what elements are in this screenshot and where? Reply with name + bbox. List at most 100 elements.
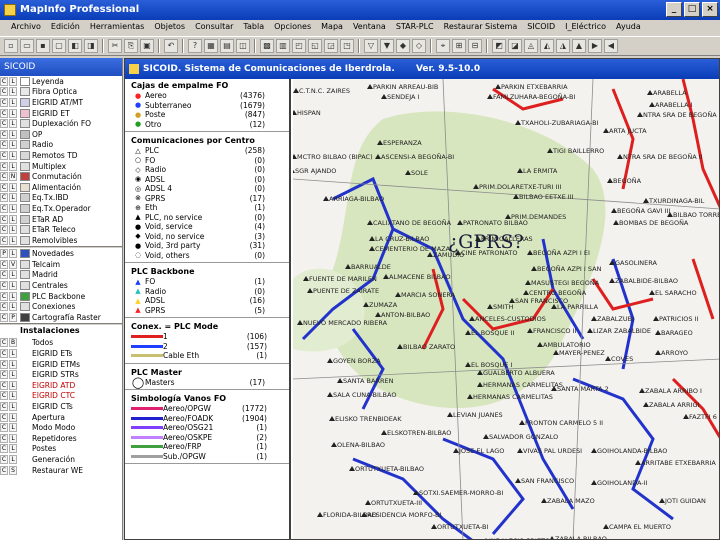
map-site-marker[interactable] xyxy=(667,212,673,217)
layer-flag-checkbox[interactable]: L xyxy=(9,454,17,464)
layer-row[interactable]: C L EIGRID STRs xyxy=(0,369,122,380)
map-site-label[interactable]: AMBULATORIO xyxy=(543,341,591,349)
map-site-marker[interactable] xyxy=(293,110,297,115)
map-site-marker[interactable] xyxy=(517,168,523,173)
layer-flag-checkbox[interactable]: L xyxy=(9,235,17,245)
map-site-label[interactable]: C.T.N.C. ZAIRES xyxy=(299,87,350,95)
layer-row[interactable]: C L Fibra Optica xyxy=(0,87,122,98)
map-site-label[interactable]: BARAGEO xyxy=(661,329,693,337)
toolbar-button[interactable]: ▼ xyxy=(380,39,394,53)
layer-flag-checkbox[interactable]: L xyxy=(9,281,17,291)
map-site-marker[interactable] xyxy=(467,394,473,399)
map-site-label[interactable]: FAMLZUHARA-BEGOÑA-BI xyxy=(493,93,575,101)
layer-flag-checkbox[interactable]: V xyxy=(9,259,17,269)
map-site-marker[interactable] xyxy=(327,358,333,363)
map-site-label[interactable]: COVES xyxy=(611,355,633,363)
layer-row[interactable]: C L EIGRID CTs xyxy=(0,401,122,412)
map-site-label[interactable]: ORTUTXUETA-BI xyxy=(437,523,488,531)
layer-flag-checkbox[interactable]: L xyxy=(9,359,17,369)
map-site-label[interactable]: TXAHOLI-ZUBARIAGA-BI xyxy=(521,119,598,127)
map-site-marker[interactable] xyxy=(487,94,493,99)
map-site-marker[interactable] xyxy=(381,94,387,99)
map-site-label[interactable]: GOIHOLANDA-II xyxy=(597,479,648,487)
layer-flag-checkbox[interactable]: C xyxy=(0,433,8,443)
layer-flag-checkbox[interactable]: C xyxy=(0,423,8,433)
menu-item[interactable]: Opciones xyxy=(269,20,316,36)
map-site-marker[interactable] xyxy=(587,328,593,333)
map-window-titlebar[interactable]: SICOID. Sistema de Comunicaciones de Ibe… xyxy=(125,59,719,79)
map-site-label[interactable]: ARABELLA xyxy=(653,89,687,97)
layer-flag-checkbox[interactable]: L xyxy=(9,391,17,401)
map-site-label[interactable]: CAMPA EL MUERTO xyxy=(609,523,671,531)
menu-item[interactable]: Edición xyxy=(46,20,85,36)
layer-flag-checkbox[interactable]: C xyxy=(0,214,8,224)
map-site-label[interactable]: SMITH xyxy=(493,303,514,311)
toolbar-button[interactable]: ▢ xyxy=(52,39,66,53)
layer-flag-checkbox[interactable]: P xyxy=(9,312,17,322)
toolbar-button[interactable]: ▲ xyxy=(572,39,586,53)
map-site-label[interactable]: CALIXTANO DE BEGOÑA xyxy=(373,219,451,227)
layer-flag-checkbox[interactable]: C xyxy=(0,203,8,213)
map-site-marker[interactable] xyxy=(653,316,659,321)
map-site-label[interactable]: CINE PATRONATO xyxy=(461,249,517,257)
map-site-marker[interactable] xyxy=(367,84,373,89)
map-site-marker[interactable] xyxy=(323,196,329,201)
map-site-label[interactable]: BARRUALDE xyxy=(351,263,391,271)
toolbar-button[interactable]: ◆ xyxy=(396,39,410,53)
map-site-label[interactable]: NTRA SRA DE BEGOÑA I xyxy=(643,111,719,119)
map-site-marker[interactable] xyxy=(643,402,649,407)
map-site-marker[interactable] xyxy=(609,278,615,283)
map-site-marker[interactable] xyxy=(477,382,483,387)
layer-row[interactable]: C L Alimentación xyxy=(0,182,122,193)
map-site-label[interactable]: SANTA MARTA 2 xyxy=(557,385,609,393)
layer-flag-checkbox[interactable]: L xyxy=(9,76,17,86)
toolbar-button[interactable]: ◬ xyxy=(524,39,538,53)
layer-flag-checkbox[interactable]: C xyxy=(0,454,8,464)
map-site-marker[interactable] xyxy=(483,434,489,439)
map-site-label[interactable]: ZABALA MAZO xyxy=(547,497,595,505)
map-site-marker[interactable] xyxy=(475,236,481,241)
map-site-marker[interactable] xyxy=(519,420,525,425)
toolbar-button[interactable]: ⊟ xyxy=(468,39,482,53)
layer-row[interactable]: C L EIGRID CTC xyxy=(0,391,122,402)
toolbar-button[interactable]: ▶ xyxy=(588,39,602,53)
toolbar-button[interactable]: ◭ xyxy=(540,39,554,53)
map-site-label[interactable]: ARRITABE ETXEBARRIA xyxy=(641,459,716,467)
toolbar-button[interactable]: ▥ xyxy=(276,39,290,53)
map-site-label[interactable]: SAN FRANCISCO xyxy=(521,477,574,485)
layer-flag-checkbox[interactable]: C xyxy=(0,312,8,322)
map-site-marker[interactable] xyxy=(495,84,501,89)
layer-flag-checkbox[interactable]: C xyxy=(0,150,8,160)
map-site-label[interactable]: ASCENSI-A BEGOÑA-BI xyxy=(381,153,454,161)
map-site-label[interactable]: GASOLINERA xyxy=(615,259,657,267)
layer-flag-checkbox[interactable]: L xyxy=(9,249,17,259)
map-site-marker[interactable] xyxy=(649,102,655,107)
map-site-marker[interactable] xyxy=(453,448,459,453)
layer-flag-checkbox[interactable]: L xyxy=(9,161,17,171)
layer-row[interactable]: C L EIGRID ETMs xyxy=(0,359,122,370)
map-site-label[interactable]: MARCIA SONERA xyxy=(401,291,455,299)
toolbar-button[interactable]: ⎘ xyxy=(124,39,138,53)
map-site-label[interactable]: ANTON-BILBAO xyxy=(381,311,430,319)
layer-flag-checkbox[interactable]: C xyxy=(0,380,8,390)
map-site-marker[interactable] xyxy=(303,276,309,281)
layer-flag-checkbox[interactable]: C xyxy=(0,302,8,312)
layer-flag-checkbox[interactable]: L xyxy=(9,270,17,280)
map-site-label[interactable]: SOTXI.SAEMER-MORRO-BI xyxy=(419,489,503,497)
layer-row[interactable]: C L Postes xyxy=(0,444,122,455)
map-site-marker[interactable] xyxy=(431,524,437,529)
toolbar-button[interactable]: ◪ xyxy=(508,39,522,53)
layer-row[interactable]: C L Eq.Tx.IBD xyxy=(0,193,122,204)
map-site-label[interactable]: BEGOÑA AZPI I SAN xyxy=(537,265,601,273)
map-site-label[interactable]: ELSKOTREN-BILBAO xyxy=(387,429,451,437)
map-site-label[interactable]: CENTRO BEGOÑA xyxy=(529,289,586,297)
layer-row[interactable]: C L Radio xyxy=(0,140,122,151)
layer-row[interactable]: C L Duplexación FO xyxy=(0,118,122,129)
layer-flag-checkbox[interactable]: C xyxy=(0,281,8,291)
map-site-label[interactable]: PATRICIOS II xyxy=(659,315,698,323)
map-site-label[interactable]: SANTA BARREN xyxy=(343,377,393,385)
layer-row[interactable]: C L Remolvibles xyxy=(0,235,122,246)
layer-row[interactable]: C L PLC Backbone xyxy=(0,291,122,302)
map-site-marker[interactable] xyxy=(613,220,619,225)
toolbar-button[interactable]: ◰ xyxy=(292,39,306,53)
